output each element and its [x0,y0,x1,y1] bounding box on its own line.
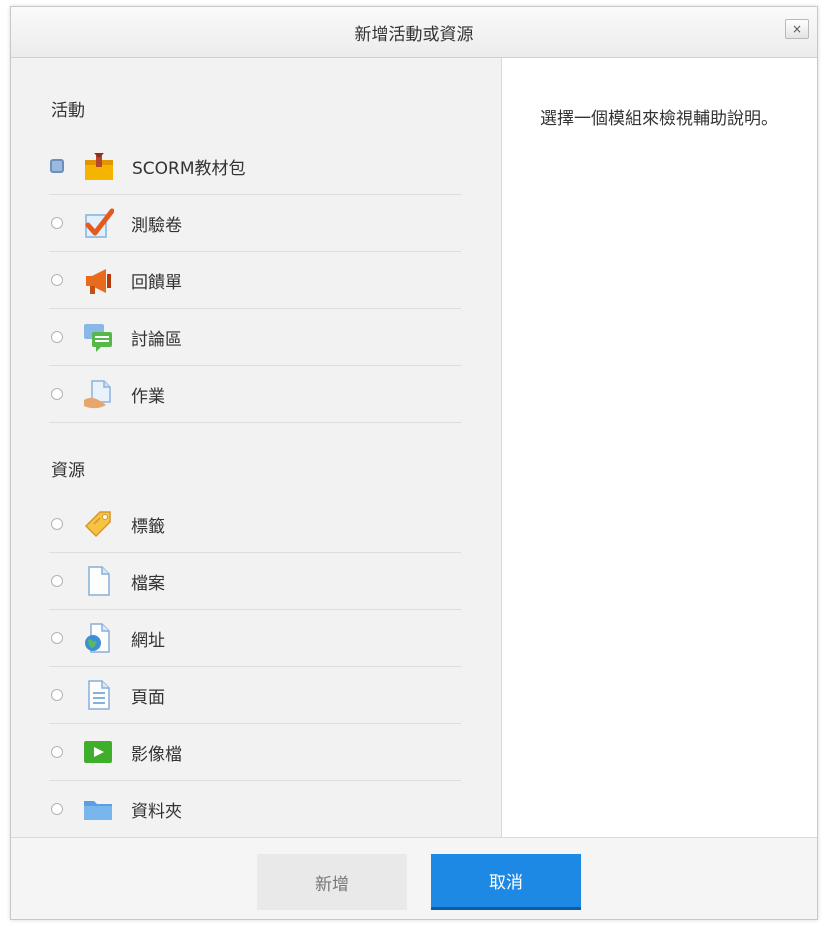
module-option-video[interactable]: 影像檔 [49,724,461,781]
cancel-button[interactable]: 取消 [431,854,581,910]
radio-forum[interactable] [51,331,63,343]
module-label-assignment: 作業 [131,386,165,407]
label-icon [81,507,115,541]
radio-url[interactable] [51,632,63,644]
radio-feedback[interactable] [51,274,63,286]
url-icon [81,621,115,655]
close-button[interactable]: × [785,19,809,39]
help-panel: 選擇一個模組來檢視輔助說明。 [502,58,817,837]
dialog-footer: 新增 取消 [11,837,817,919]
quiz-icon [81,206,115,240]
module-label-video: 影像檔 [131,744,182,765]
module-label-page: 頁面 [131,687,165,708]
add-button[interactable]: 新增 [257,854,407,910]
scorm-package-icon [82,149,116,183]
module-label-feedback: 回饋單 [131,272,182,293]
feedback-icon [81,263,115,297]
resources-heading: 資源 [51,461,85,481]
module-options-panel[interactable]: 活動 SCORM教材包 測驗卷 回饋單 討論區 作業 資源 標籤 檔案 網址 頁… [11,58,502,837]
radio-page[interactable] [51,689,63,701]
add-activity-dialog: 新增活動或資源 × 活動 SCORM教材包 測驗卷 回饋單 討論區 作業 資源 … [10,6,818,920]
module-label-quiz: 測驗卷 [131,215,182,236]
radio-scorm[interactable] [50,159,64,173]
module-option-assignment[interactable]: 作業 [49,366,461,423]
folder-icon [81,792,115,826]
radio-file[interactable] [51,575,63,587]
dialog-titlebar: 新增活動或資源 × [11,7,817,58]
module-option-url[interactable]: 網址 [49,610,461,667]
assignment-icon [81,377,115,411]
module-label-url: 網址 [131,630,165,651]
module-option-folder[interactable]: 資料夾 [49,781,461,837]
close-icon: × [791,22,803,36]
module-label-label: 標籤 [131,516,165,537]
radio-quiz[interactable] [51,217,63,229]
radio-folder[interactable] [51,803,63,815]
module-label-folder: 資料夾 [131,801,182,822]
module-label-forum: 討論區 [131,329,182,350]
activities-heading: 活動 [51,101,85,121]
module-option-page[interactable]: 頁面 [49,667,461,724]
module-option-file[interactable]: 檔案 [49,553,461,610]
forum-icon [81,320,115,354]
radio-assignment[interactable] [51,388,63,400]
module-label-scorm: SCORM教材包 [132,158,246,179]
module-option-scorm[interactable]: SCORM教材包 [49,138,461,195]
module-label-file: 檔案 [131,573,165,594]
module-option-feedback[interactable]: 回饋單 [49,252,461,309]
module-option-label[interactable]: 標籤 [49,496,461,553]
help-text: 選擇一個模組來檢視輔助說明。 [540,109,778,129]
dialog-title: 新增活動或資源 [354,24,474,45]
module-option-forum[interactable]: 討論區 [49,309,461,366]
radio-video[interactable] [51,746,63,758]
video-icon [81,735,115,769]
file-icon [81,564,115,598]
radio-label[interactable] [51,518,63,530]
page-icon [81,678,115,712]
module-option-quiz[interactable]: 測驗卷 [49,195,461,252]
